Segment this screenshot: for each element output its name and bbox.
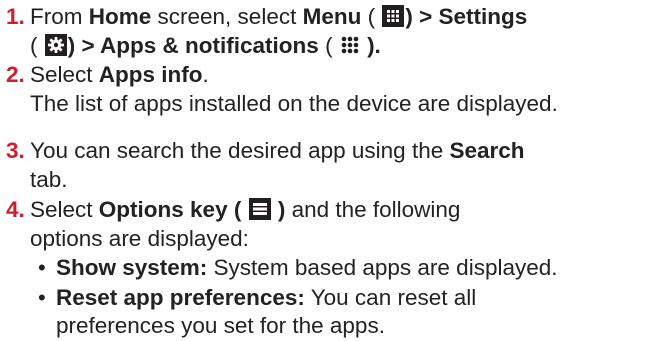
step-number: 2. [6,62,25,87]
step-text: You can search the desired app using the… [30,138,525,163]
step-number: 4. [6,197,25,222]
grid-menu-icon [382,5,405,27]
bullet-dot: • [38,285,46,310]
bullet-text: preferences you set for the apps. [56,313,385,338]
step-text: options are displayed: [30,226,249,251]
step-number: 1. [6,4,25,29]
step-text: From Home screen, select Menu ( ) > Sett… [30,4,528,29]
bullet-dot: • [38,255,46,280]
step-text: The list of apps installed on the device… [30,91,558,116]
gear-icon [44,34,67,56]
step-text: tab. [30,167,68,192]
step-text: Select Apps info. [30,62,209,87]
instruction-document: 1. From Home screen, select Menu ( ) > S… [0,0,652,341]
dots-grid-icon [339,34,361,56]
step-text: Select Options key ( ) and the following [30,197,461,222]
step-text: ( ) > Apps & notifications ( ). [30,33,381,58]
bullet-text: Show system: System based apps are displ… [56,255,558,280]
bullet-text: Reset app preferences: You can reset all [56,285,477,310]
options-list-icon [248,198,271,220]
step-number: 3. [6,138,25,163]
